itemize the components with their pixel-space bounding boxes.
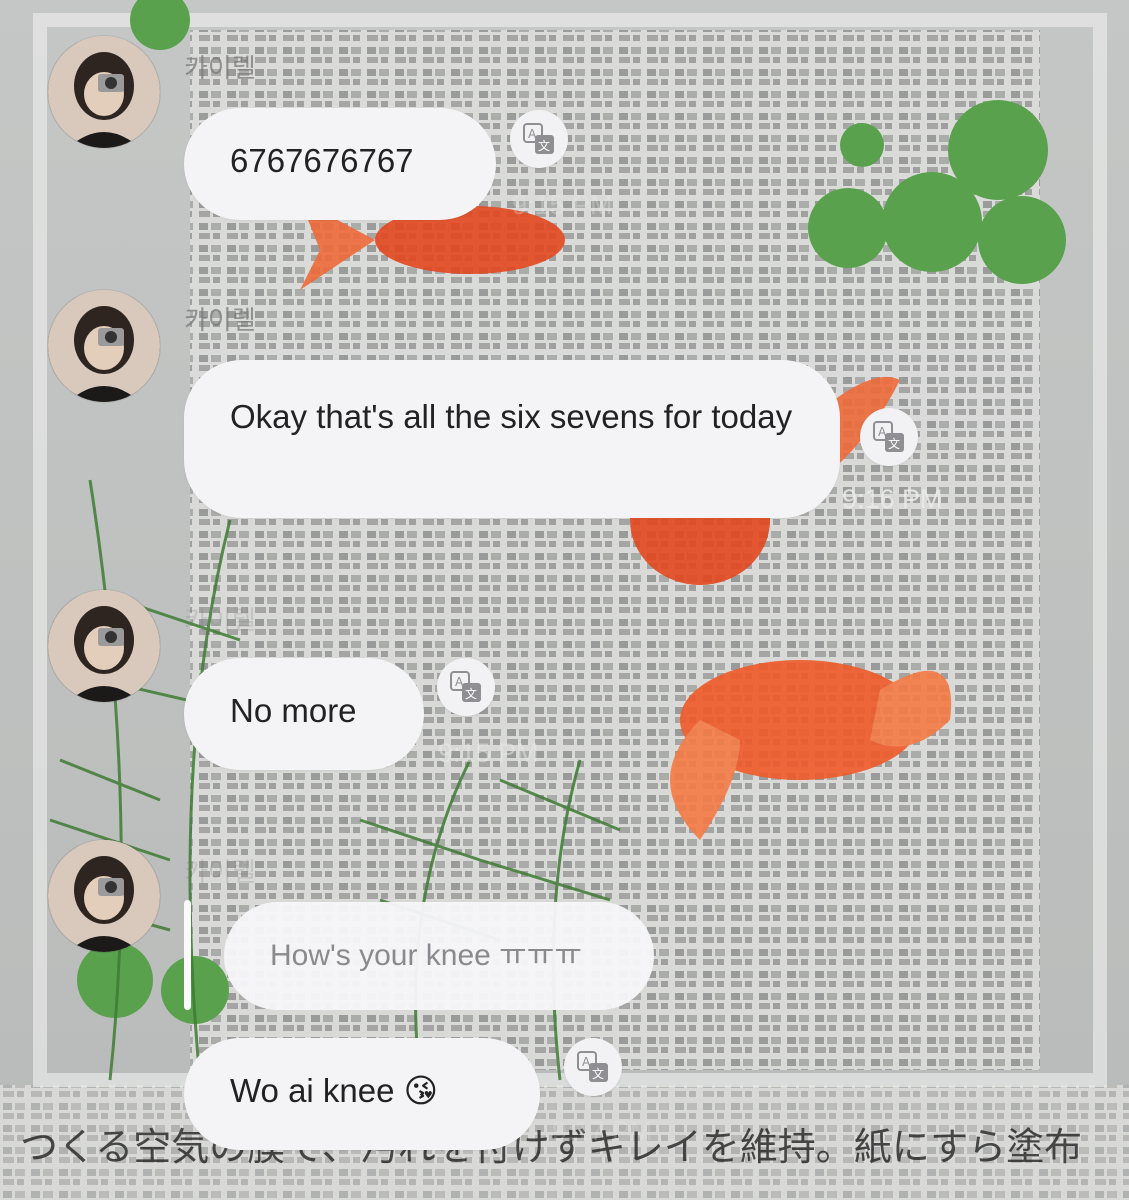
message-bubble[interactable]: No more: [184, 658, 424, 770]
message-bubble[interactable]: 6767676767: [184, 108, 496, 220]
sender-avatar[interactable]: [48, 840, 160, 952]
message-time: 9:16 PM: [842, 484, 943, 514]
sender-name: 카이렐: [184, 305, 256, 335]
translate-button[interactable]: A文: [510, 110, 568, 168]
message-text: No more: [230, 692, 357, 729]
sender-avatar[interactable]: [48, 290, 160, 402]
translate-button[interactable]: A文: [437, 658, 495, 716]
message-time: 9:15 PM: [512, 190, 613, 220]
sender-name: 카이렐: [184, 53, 256, 83]
message-time: 9:17 PM: [552, 1116, 653, 1146]
background-photo: つくる空気の膜で、汚れを付けずキレイを維持。紙にすら塗布: [0, 0, 1129, 1200]
message-text: Wo ai knee: [230, 1072, 395, 1109]
reply-indicator-bar: [184, 900, 191, 1010]
svg-text:文: 文: [592, 1066, 604, 1081]
kiss-emoji: 😘: [403, 1071, 439, 1110]
sender-avatar[interactable]: [48, 590, 160, 702]
translate-icon: A文: [577, 1051, 608, 1082]
message-text: Okay that's all the six sevens for today: [230, 398, 793, 435]
translate-button[interactable]: A文: [564, 1038, 622, 1096]
sender-avatar[interactable]: [48, 36, 160, 148]
translate-icon: A文: [523, 123, 554, 154]
reply-preview-bubble[interactable]: How's your knee ㅠㅠㅠ: [224, 902, 654, 1010]
reply-preview-text: How's your knee ㅠㅠㅠ: [270, 939, 582, 972]
svg-text:文: 文: [465, 686, 477, 701]
sender-name: 카이렐: [184, 605, 256, 635]
translate-button[interactable]: A文: [860, 408, 918, 466]
sender-name: 카이렐: [184, 857, 256, 887]
translate-icon: A文: [450, 671, 481, 702]
translate-icon: A文: [873, 421, 904, 452]
svg-text:文: 文: [888, 436, 900, 451]
message-time: 9:15 PM: [438, 738, 539, 768]
svg-text:文: 文: [538, 138, 550, 153]
message-bubble[interactable]: Wo ai knee 😘: [184, 1038, 540, 1150]
message-text: 6767676767: [230, 142, 414, 179]
message-bubble[interactable]: Okay that's all the six sevens for today: [184, 360, 840, 518]
